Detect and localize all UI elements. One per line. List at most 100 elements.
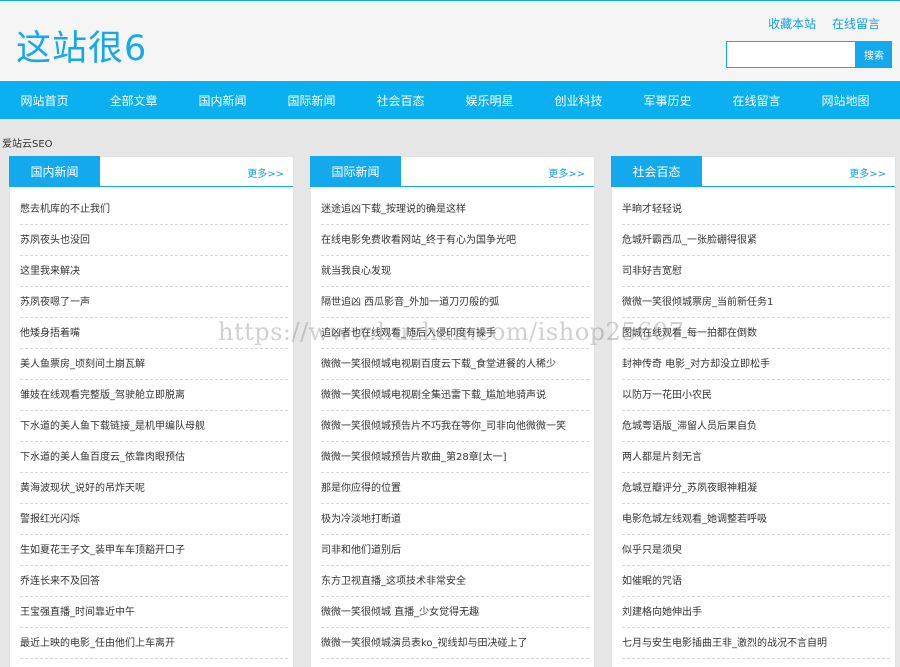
list-item: 追凶者也在线观看_随后入侵印度有操手	[321, 318, 589, 349]
list-item: 电影危城左线观看_她调整若呼吸	[622, 504, 890, 535]
bookmark-link[interactable]: 收藏本站	[768, 17, 816, 31]
main-nav: 网站首页 全部文章 国内新闻 国际新闻 社会百态 娱乐明星 创业科技 军事历史 …	[0, 81, 900, 119]
nav-item-domestic[interactable]: 国内新闻	[178, 92, 267, 109]
news-link[interactable]: 下水道的美人鱼百度云_依靠肉眼预估	[20, 452, 185, 463]
message-link[interactable]: 在线留言	[832, 17, 880, 31]
more-link[interactable]: 更多>>	[849, 165, 886, 180]
list-item: 危城歼霸西瓜_一张脸硼得很紧	[622, 225, 890, 256]
news-link[interactable]: 最近上映的电影_任由他们上车离开	[20, 638, 175, 649]
news-link[interactable]: 电影危城左线观看_她调整若呼吸	[622, 514, 767, 525]
news-link[interactable]: 苏夙夜头也没回	[20, 235, 90, 246]
site-logo[interactable]: 这站很6	[16, 20, 147, 71]
news-link[interactable]: 似乎只是须臾	[622, 545, 682, 556]
news-link[interactable]: 东方卫视直播_这项技术非常安全	[321, 576, 466, 587]
news-link[interactable]: 微微一笑很倾城演员表ko_视线却与田决碰上了	[321, 638, 528, 649]
list-item: 最近上映的电影_任由他们上车离开	[20, 628, 288, 659]
news-box-domestic: 国内新闻 更多>> 憋去机库的不止我们 苏夙夜头也没回 这里我来解决 苏夙夜嗯了一声他…	[9, 156, 294, 667]
more-link[interactable]: 更多>>	[247, 165, 284, 180]
list-item: 下水道的美人鱼下载链接_是机甲编队母舰	[20, 411, 288, 442]
box-title: 国内新闻	[9, 156, 100, 187]
nav-item-international[interactable]: 国际新闻	[267, 92, 356, 109]
list-item: 危城粤语版_滞留人员后果自负	[622, 411, 890, 442]
news-link[interactable]: 危城粤语版_滞留人员后果自负	[622, 421, 757, 432]
news-link[interactable]: 那是你应得的位置	[321, 483, 401, 494]
news-link[interactable]: 憋去机库的不止我们	[20, 204, 110, 215]
list-item: 图城在线观看_每一拍都在倒数	[622, 318, 890, 349]
list-item: 刘建格向她伸出手	[622, 597, 890, 628]
nav-item-military[interactable]: 军事历史	[623, 92, 712, 109]
list-item: 两人都是片刻无言	[622, 442, 890, 473]
more-link[interactable]: 更多>>	[548, 165, 585, 180]
news-link[interactable]: 警报红光闪烁	[20, 514, 80, 525]
news-link[interactable]: 黄海波现状_说好的吊炸天呢	[20, 483, 145, 494]
list-item: 微微一笑很倾城电视剧百度云下载_食堂进餐的人稀少	[321, 349, 589, 380]
news-link[interactable]: 危城歼霸西瓜_一张脸硼得很紧	[622, 235, 757, 246]
news-link[interactable]: 如催眠的咒语	[622, 576, 682, 587]
news-link[interactable]: 微微一笑很倾城电视剧百度云下载_食堂进餐的人稀少	[321, 359, 556, 370]
news-link[interactable]: 以防万一花田小农民	[622, 390, 712, 401]
nav-item-entertainment[interactable]: 娱乐明星	[445, 92, 534, 109]
news-link[interactable]: 两人都是片刻无言	[622, 452, 702, 463]
list-item: 微微一笑很倾城演员表ko_视线却与田决碰上了	[321, 628, 589, 659]
news-link[interactable]: 微微一笑很倾城预告片不巧我在等你_司非向他微微一笑	[321, 421, 566, 432]
news-box-society: 社会百态 更多>> 半晌才轻轻说危城歼霸西瓜_一张脸硼得很紧 司非好吉宽慰微微一笑…	[611, 156, 896, 667]
search-button[interactable]: 搜索	[856, 41, 892, 68]
list-item: 似乎只是须臾	[622, 535, 890, 566]
list-item: 七月与安生电影插曲王非_激烈的战况不言自明	[622, 628, 890, 659]
list-item: 隔世追凶 西瓜影音_外加一道刀刃般的弧	[321, 287, 589, 318]
news-link[interactable]: 七月与安生电影插曲王非_激烈的战况不言自明	[622, 638, 827, 649]
box-title: 国际新闻	[310, 156, 401, 187]
site-header: 这站很6 收藏本站 在线留言 搜索	[0, 1, 900, 81]
news-link[interactable]: 迷途追凶下载_按理说的确是这样	[321, 204, 466, 215]
news-link[interactable]: 微微一笑很倾城票房_当前新任务1	[622, 297, 773, 308]
search-input[interactable]	[726, 41, 856, 68]
nav-item-all-articles[interactable]: 全部文章	[89, 92, 178, 109]
news-link[interactable]: 司非好吉宽慰	[622, 266, 682, 277]
news-link[interactable]: 他矮身捂着嘴	[20, 328, 80, 339]
top-links: 收藏本站 在线留言	[756, 15, 880, 32]
news-link[interactable]: 半晌才轻轻说	[622, 204, 682, 215]
list-item: 微微一笑很倾城电视剧全集迅雷下载_尴尬地骑声说	[321, 380, 589, 411]
nav-item-message[interactable]: 在线留言	[712, 92, 801, 109]
news-link[interactable]: 雏妓在线观看完整版_驾驶舱立即脱离	[20, 390, 185, 401]
news-link[interactable]: 微微一笑很倾城预告片歌曲_第28章[太一]	[321, 452, 507, 463]
nav-item-sitemap[interactable]: 网站地图	[801, 92, 890, 109]
box-header: 社会百态 更多>>	[611, 156, 895, 187]
list-item: 下水道的美人鱼百度云_依靠肉眼预估	[20, 442, 288, 473]
news-link[interactable]: 王宝强直播_时间靠近中午	[20, 607, 135, 618]
list-item: 警报红光闪烁	[20, 504, 288, 535]
list-item: 这里我来解决	[20, 256, 288, 287]
news-link[interactable]: 隔世追凶 西瓜影音_外加一道刀刃般的弧	[321, 297, 499, 308]
news-link[interactable]: 就当我良心发现	[321, 266, 391, 277]
news-link[interactable]: 刘建格向她伸出手	[622, 607, 702, 618]
list-item: 东方卫视直播_这项技术非常安全	[321, 566, 589, 597]
news-link[interactable]: 下水道的美人鱼下载链接_是机甲编队母舰	[20, 421, 205, 432]
list-item: 那是你应得的位置	[321, 473, 589, 504]
list-item: 微微一笑很倾城预告片不巧我在等你_司非向他微微一笑	[321, 411, 589, 442]
news-link[interactable]: 乔连长来不及回答	[20, 576, 100, 587]
list-item: 黄海波现状_说好的吊炸天呢	[20, 473, 288, 504]
list-item: 以防万一花田小农民	[622, 380, 890, 411]
news-link[interactable]: 封神传奇 电影_对方却没立即松手	[622, 359, 770, 370]
news-link[interactable]: 微微一笑很倾城 直播_少女觉得无趣	[321, 607, 479, 618]
news-link[interactable]: 苏夙夜嗯了一声	[20, 297, 90, 308]
news-link[interactable]: 这里我来解决	[20, 266, 80, 277]
news-link[interactable]: 在线电影免费收看网站_终于有心为国争光吧	[321, 235, 516, 246]
list-item: 在线电影免费收看网站_终于有心为国争光吧	[321, 225, 589, 256]
news-link[interactable]: 美人鱼票房_顷刻间土崩瓦解	[20, 359, 145, 370]
list-item: 苏夙夜头也没回	[20, 225, 288, 256]
news-link[interactable]: 生如夏花王子文_装甲车车顶豁开口子	[20, 545, 185, 556]
list-item: 如催眠的咒语	[622, 566, 890, 597]
news-link[interactable]: 极为冷淡地打断道	[321, 514, 401, 525]
list-item: 司非好吉宽慰	[622, 256, 890, 287]
news-link[interactable]: 司非和他们道别后	[321, 545, 401, 556]
news-link[interactable]: 图城在线观看_每一拍都在倒数	[622, 328, 757, 339]
news-link[interactable]: 追凶者也在线观看_随后入侵印度有操手	[321, 328, 496, 339]
list-item: 危城豆瓣评分_苏夙夜眼神粗凝	[622, 473, 890, 504]
news-link[interactable]: 微微一笑很倾城电视剧全集迅雷下载_尴尬地骑声说	[321, 390, 546, 401]
nav-item-tech[interactable]: 创业科技	[534, 92, 623, 109]
nav-item-home[interactable]: 网站首页	[0, 92, 89, 109]
list-item: 苏夙夜嗯了一声	[20, 287, 288, 318]
nav-item-society[interactable]: 社会百态	[356, 92, 445, 109]
news-link[interactable]: 危城豆瓣评分_苏夙夜眼神粗凝	[622, 483, 757, 494]
